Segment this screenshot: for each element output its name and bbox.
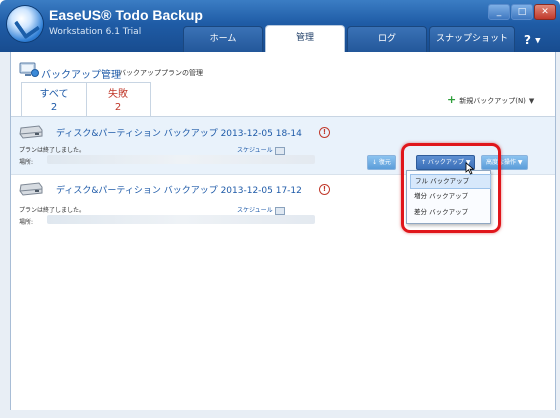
schedule-link[interactable]: スケジュール (237, 145, 285, 155)
help-button[interactable]: ? ▼ (524, 33, 546, 49)
menu-item-full-backup[interactable]: フル バックアップ (410, 174, 491, 189)
page-subtitle: バックアッププランの管理 (119, 69, 203, 77)
app-edition: Workstation 6.1 Trial (49, 27, 142, 37)
alert-icon: ! (319, 184, 330, 195)
plus-icon: + (447, 93, 457, 106)
title-bar: EaseUS® Todo Backup Workstation 6.1 Tria… (0, 0, 560, 53)
job-location-label: 場所: (19, 159, 34, 166)
app-name: EaseUS® Todo Backup (49, 7, 203, 23)
app-window: EaseUS® Todo Backup Workstation 6.1 Tria… (0, 0, 560, 418)
schedule-icon (274, 206, 285, 215)
filter-all-label: すべて (39, 89, 69, 100)
backup-manager-icon (19, 62, 39, 77)
chevron-down-icon: ▼ (528, 97, 535, 105)
new-backup-label: 新規バックアップ(N) (459, 97, 526, 105)
page-title: バックアップ管理 (41, 70, 121, 81)
job-location-label: 場所: (19, 219, 34, 226)
job-name[interactable]: ディスク&パーティション バックアップ 2013-12-05 17-12 (56, 183, 302, 196)
disk-icon (19, 182, 43, 196)
job-name[interactable]: ディスク&パーティション バックアップ 2013-12-05 18-14 (56, 126, 302, 139)
mouse-cursor-icon (465, 162, 475, 175)
schedule-link[interactable]: スケジュール (237, 205, 285, 215)
filter-failed-count: 2 (114, 102, 122, 113)
job-status: プランは終了しました。 (19, 207, 86, 214)
filter-failed[interactable]: 失敗 2 (86, 83, 150, 117)
job-status: プランは終了しました。 (19, 147, 86, 154)
restore-button[interactable]: ↓ 復元 (367, 155, 396, 170)
status-bar (0, 410, 560, 418)
tab-snapshot[interactable]: スナップショット (429, 26, 515, 52)
menu-item-incremental-backup[interactable]: 増分 バックアップ (410, 190, 489, 203)
schedule-label: スケジュール (237, 147, 273, 154)
filter-tabs: すべて 2 失敗 2 (21, 82, 151, 117)
chevron-down-icon: ▼ (535, 36, 541, 45)
disk-icon (19, 125, 43, 139)
alert-icon: ! (319, 127, 330, 138)
filter-failed-label: 失敗 (108, 89, 128, 100)
help-icon: ? (524, 33, 531, 47)
tab-home[interactable]: ホーム (183, 26, 263, 52)
app-logo-icon (7, 6, 43, 42)
maximize-button[interactable]: □ (511, 4, 533, 20)
filter-all-count: 2 (50, 102, 58, 113)
schedule-label: スケジュール (237, 207, 273, 214)
menu-item-differential-backup[interactable]: 差分 バックアップ (410, 206, 489, 219)
schedule-icon (274, 146, 285, 155)
new-backup-button[interactable]: + 新規バックアップ(N) ▼ (447, 93, 534, 106)
minimize-button[interactable]: _ (488, 4, 510, 20)
manage-panel: バックアップ管理 バックアッププランの管理 すべて 2 失敗 2 + 新規バックア… (10, 52, 556, 411)
tab-manage[interactable]: 管理 (265, 25, 345, 53)
close-button[interactable]: ✕ (534, 4, 556, 20)
tab-log[interactable]: ログ (347, 26, 427, 52)
filter-all[interactable]: すべて 2 (22, 83, 87, 117)
backup-type-menu: フル バックアップ 増分 バックアップ 差分 バックアップ (406, 170, 491, 224)
job-location-value (47, 215, 315, 224)
job-location-value (47, 155, 315, 164)
